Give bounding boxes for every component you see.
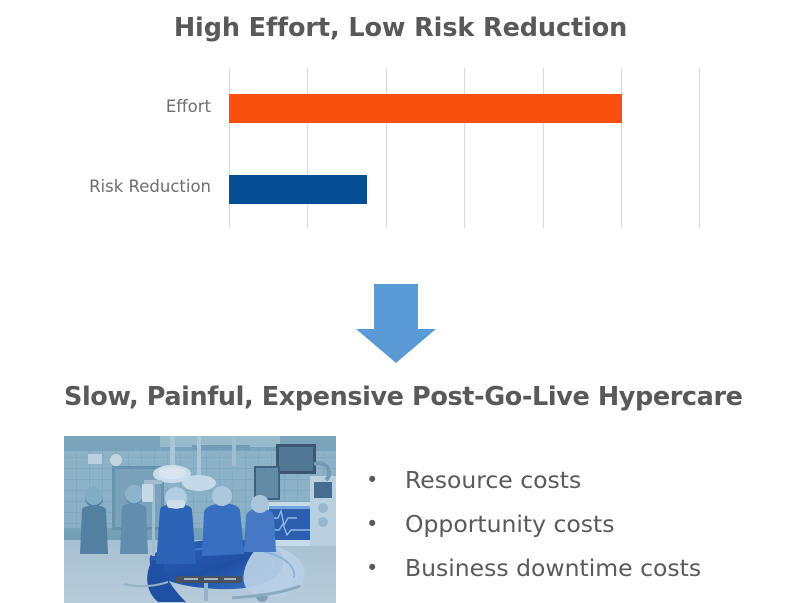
bullet-marker-icon: • bbox=[366, 512, 379, 536]
chart-plot-area bbox=[229, 68, 700, 228]
bullet-marker-icon: • bbox=[366, 468, 379, 492]
gridline bbox=[543, 68, 544, 228]
gridline bbox=[699, 68, 700, 228]
list-item: • Business downtime costs bbox=[366, 546, 786, 590]
gridline bbox=[229, 68, 230, 228]
section-heading: Slow, Painful, Expensive Post-Go-Live Hy… bbox=[64, 382, 743, 412]
gridline bbox=[464, 68, 465, 228]
list-item: • Opportunity costs bbox=[366, 502, 786, 546]
list-item-label: Resource costs bbox=[405, 466, 582, 494]
cost-bullet-list: • Resource costs • Opportunity costs • B… bbox=[366, 458, 786, 590]
gridline bbox=[386, 68, 387, 228]
list-item-label: Business downtime costs bbox=[405, 554, 702, 582]
bullet-marker-icon: • bbox=[366, 556, 379, 580]
bar-risk-reduction bbox=[229, 175, 367, 204]
bar-chart: Effort Risk Reduction bbox=[0, 0, 801, 250]
chart-category-labels: Effort Risk Reduction bbox=[0, 0, 211, 250]
chart-label-effort: Effort bbox=[165, 97, 211, 116]
gridline bbox=[307, 68, 308, 228]
gridline bbox=[621, 68, 622, 228]
bar-effort bbox=[229, 94, 622, 123]
list-item: • Resource costs bbox=[366, 458, 786, 502]
down-arrow-icon bbox=[355, 284, 437, 364]
list-item-label: Opportunity costs bbox=[405, 510, 615, 538]
chart-label-risk-reduction: Risk Reduction bbox=[89, 177, 211, 196]
operating-room-photo bbox=[64, 436, 336, 603]
